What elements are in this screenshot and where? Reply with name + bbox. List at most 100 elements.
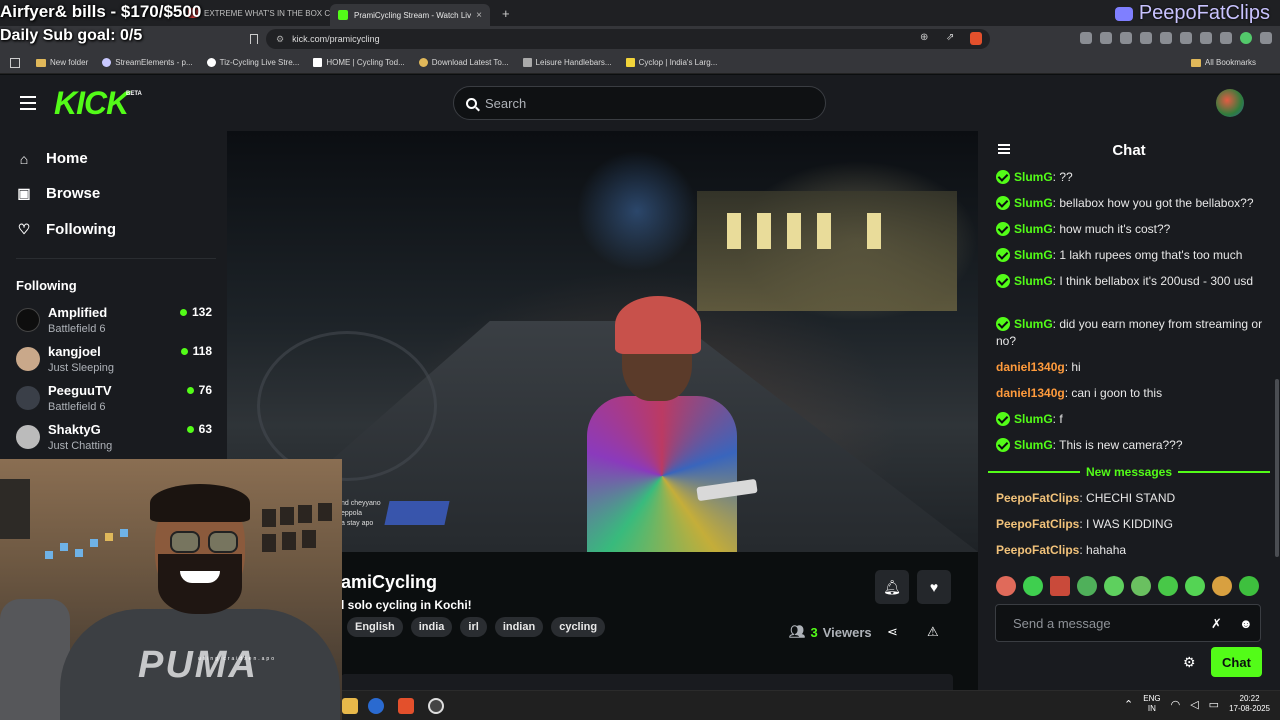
extension-icon[interactable] — [1140, 32, 1152, 44]
sidebar-item-following[interactable]: ♡ Following — [16, 221, 116, 238]
new-tab-icon[interactable]: + — [502, 6, 510, 21]
emote-icon[interactable] — [1239, 576, 1259, 596]
kick-logo[interactable]: KICK — [54, 85, 129, 122]
channel-name[interactable]: amiCycling — [341, 572, 437, 593]
chat-message-input[interactable]: Send a message ✗ ☻ — [995, 604, 1261, 642]
chat-settings-icon[interactable]: ⚙ — [1183, 654, 1196, 671]
url-field[interactable]: ⚙ kick.com/pramicycling — [266, 29, 990, 49]
wifi-icon[interactable]: ◠ — [1171, 698, 1181, 711]
volume-icon[interactable]: ◁ — [1190, 698, 1198, 711]
folder-icon — [1190, 58, 1201, 67]
language-indicator[interactable]: ENG IN — [1143, 694, 1160, 714]
menu-icon[interactable] — [1260, 32, 1272, 44]
sidebar-item-home[interactable]: ⌂ Home — [16, 150, 88, 167]
beta-label: BETA — [126, 91, 142, 97]
brave-shield-icon[interactable] — [970, 32, 982, 45]
search-icon — [466, 97, 477, 109]
emote-icon[interactable] — [996, 576, 1016, 596]
chevron-up-icon[interactable]: ⌃ — [1124, 698, 1133, 711]
home-icon: ⌂ — [19, 150, 29, 167]
bookmark-item[interactable]: Download Latest To... — [418, 58, 509, 67]
emote-icon[interactable] — [1212, 576, 1232, 596]
send-chat-button[interactable]: Chat — [1211, 647, 1262, 677]
site-icon — [418, 58, 428, 67]
clock[interactable]: 20:22 17-08-2025 — [1229, 694, 1270, 714]
emoji-icon[interactable]: ☻ — [1239, 616, 1253, 631]
info-panel-edge — [341, 674, 953, 690]
bookmark-item[interactable]: Cyclop | India's Larg... — [625, 58, 717, 67]
extension-icon[interactable] — [1080, 32, 1092, 44]
new-messages-divider[interactable]: New messages — [988, 465, 1270, 479]
sidebar: ⌂ Home ▣ Browse ♡ Following Following Am… — [0, 131, 227, 461]
emote-icon[interactable] — [1050, 576, 1070, 596]
emote-icon[interactable] — [1131, 576, 1151, 596]
sidebar-icon[interactable] — [1180, 32, 1192, 44]
wallet-icon[interactable] — [1200, 32, 1212, 44]
bell-icon: 🔔︎ — [883, 578, 901, 595]
music-icon[interactable] — [1160, 32, 1172, 44]
chat-scrollbar[interactable] — [1275, 379, 1279, 557]
chat-message: SlumG: This is new camera??? — [996, 437, 1266, 454]
emote-icon[interactable] — [1185, 576, 1205, 596]
bookmark-icon[interactable] — [250, 34, 258, 44]
bookmark-item[interactable]: StreamElements - p... — [102, 58, 193, 67]
tab-extreme-box[interactable]: EXTREME WHAT'S IN THE BOX C × — [180, 2, 330, 24]
following-channel[interactable]: kangjoel Just Sleeping 118 — [16, 344, 216, 382]
system-tray: ⌃ ENG IN ◠ ◁ ▭ 20:22 17-08-2025 — [1124, 694, 1270, 714]
report-icon[interactable]: ⚠ — [927, 624, 939, 640]
chat-message: SlumG: did you earn money from streaming… — [996, 317, 1263, 348]
menu-icon[interactable] — [20, 96, 36, 110]
tag[interactable]: English — [347, 617, 403, 637]
following-channel[interactable]: ShaktyG Just Chatting 63 — [16, 422, 216, 460]
bookmark-item[interactable]: Leisure Handlebars... — [522, 58, 612, 67]
extension-icon[interactable] — [1100, 32, 1112, 44]
chat-message: daniel1340g: hi — [996, 360, 1081, 374]
tab-pramicycling[interactable]: PramiCycling Stream - Watch Liv × — [330, 4, 490, 26]
site-info-icon[interactable]: ⚙ — [276, 34, 284, 45]
tag[interactable]: irl — [460, 617, 487, 637]
tag[interactable]: india — [410, 617, 453, 637]
tag[interactable]: indian — [494, 617, 544, 637]
shirt-fine-print: using craidsen.apo — [198, 656, 276, 662]
emote-icon[interactable] — [1023, 576, 1043, 596]
verified-badge-icon — [996, 196, 1010, 210]
share-icon[interactable]: ⋖ — [887, 624, 898, 640]
following-channel[interactable]: Amplified Battlefield 6 132 — [16, 305, 216, 343]
verified-badge-icon — [996, 412, 1010, 426]
close-icon[interactable]: × — [476, 10, 482, 21]
channel-avatar — [16, 308, 40, 332]
following-channel[interactable]: PeeguuTV Battlefield 6 76 — [16, 383, 216, 421]
search-placeholder: Search — [485, 95, 527, 111]
kick-emote-icon[interactable]: ✗ — [1211, 616, 1222, 632]
all-bookmarks[interactable]: All Bookmarks — [1190, 58, 1256, 67]
share-page-icon[interactable]: ⇗ — [946, 32, 954, 43]
obs-icon[interactable] — [428, 698, 444, 714]
steam-icon[interactable] — [368, 698, 384, 714]
file-explorer-icon[interactable] — [342, 698, 358, 714]
bookmark-item[interactable]: HOME | Cycling Tod... — [313, 58, 405, 67]
battery-icon[interactable]: ▭ — [1209, 698, 1219, 711]
emote-icon[interactable] — [1104, 576, 1124, 596]
chat-title: Chat — [1112, 142, 1146, 159]
vpn-icon[interactable] — [1220, 32, 1232, 44]
profile-icon[interactable] — [1240, 32, 1252, 44]
screen: EXTREME WHAT'S IN THE BOX C × PramiCycli… — [0, 0, 1280, 720]
chat-header: Chat — [978, 131, 1280, 169]
sidebar-item-browse[interactable]: ▣ Browse — [16, 185, 100, 202]
search-input[interactable]: Search — [453, 86, 826, 120]
tag[interactable]: cycling — [551, 617, 606, 637]
zoom-icon[interactable]: ⊕ — [920, 32, 928, 43]
site-icon — [522, 58, 532, 67]
emote-icon[interactable] — [1077, 576, 1097, 596]
bookmark-item[interactable]: Tiz-Cycling Live Stre... — [206, 58, 299, 67]
follow-button[interactable]: ♥ — [917, 570, 951, 604]
user-avatar[interactable] — [1216, 89, 1244, 117]
extension-icon[interactable] — [1120, 32, 1132, 44]
bookmark-item[interactable]: New folder — [36, 58, 88, 67]
verified-badge-icon — [996, 274, 1010, 288]
brave-browser-icon[interactable] — [398, 698, 414, 714]
apps-icon[interactable] — [10, 58, 20, 68]
video-window — [727, 213, 741, 249]
notification-button[interactable]: 🔔︎ — [875, 570, 909, 604]
emote-icon[interactable] — [1158, 576, 1178, 596]
